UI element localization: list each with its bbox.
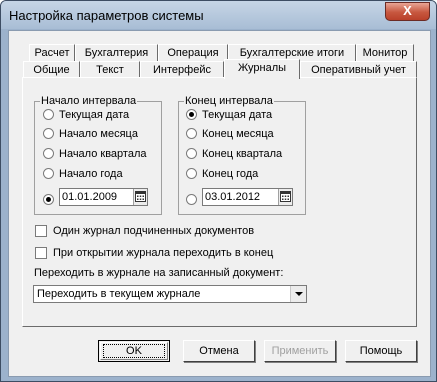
radio-icon[interactable]: [186, 109, 197, 120]
goto-label: Переходить в журнале на записанный докум…: [34, 267, 284, 279]
calendar-icon[interactable]: [278, 189, 292, 205]
radio-icon[interactable]: [186, 128, 197, 139]
title-bar[interactable]: Настройка параметров системы X: [1, 1, 436, 29]
chevron-down-icon[interactable]: [290, 286, 306, 302]
radio-icon[interactable]: [43, 168, 54, 179]
radio-icon[interactable]: [186, 194, 197, 205]
start-date-input[interactable]: 01.01.2009: [59, 188, 148, 206]
tab-raschet[interactable]: Расчет: [29, 44, 75, 62]
close-button[interactable]: X: [385, 2, 430, 21]
radio-icon[interactable]: [186, 148, 197, 159]
ok-button[interactable]: OK: [98, 340, 170, 362]
tab-operaciya[interactable]: Операция: [158, 44, 228, 62]
radio-icon[interactable]: [186, 168, 197, 179]
help-button[interactable]: Помощь: [345, 340, 417, 362]
tab-monitor[interactable]: Монитор: [356, 44, 414, 62]
radio-icon[interactable]: [43, 148, 54, 159]
radio-icon[interactable]: [43, 194, 54, 205]
end-interval-title: Конец интервала: [184, 95, 274, 107]
end-date-input[interactable]: 03.01.2012: [202, 188, 293, 206]
start-interval-title: Начало интервала: [40, 95, 138, 107]
apply-button[interactable]: Применить: [264, 340, 336, 362]
calendar-icon[interactable]: [133, 189, 147, 205]
window-title: Настройка параметров системы: [9, 8, 204, 23]
radio-icon[interactable]: [43, 128, 54, 139]
tab-buhgalteriya[interactable]: Бухгалтерия: [75, 44, 158, 62]
radio-icon[interactable]: [43, 109, 54, 120]
checkbox-icon[interactable]: [35, 225, 47, 237]
cancel-button[interactable]: Отмена: [183, 340, 255, 362]
goto-select[interactable]: Переходить в текущем журнале: [33, 285, 307, 303]
checkbox-icon[interactable]: [35, 247, 47, 259]
tab-zhurnaly[interactable]: Журналы: [224, 59, 300, 79]
